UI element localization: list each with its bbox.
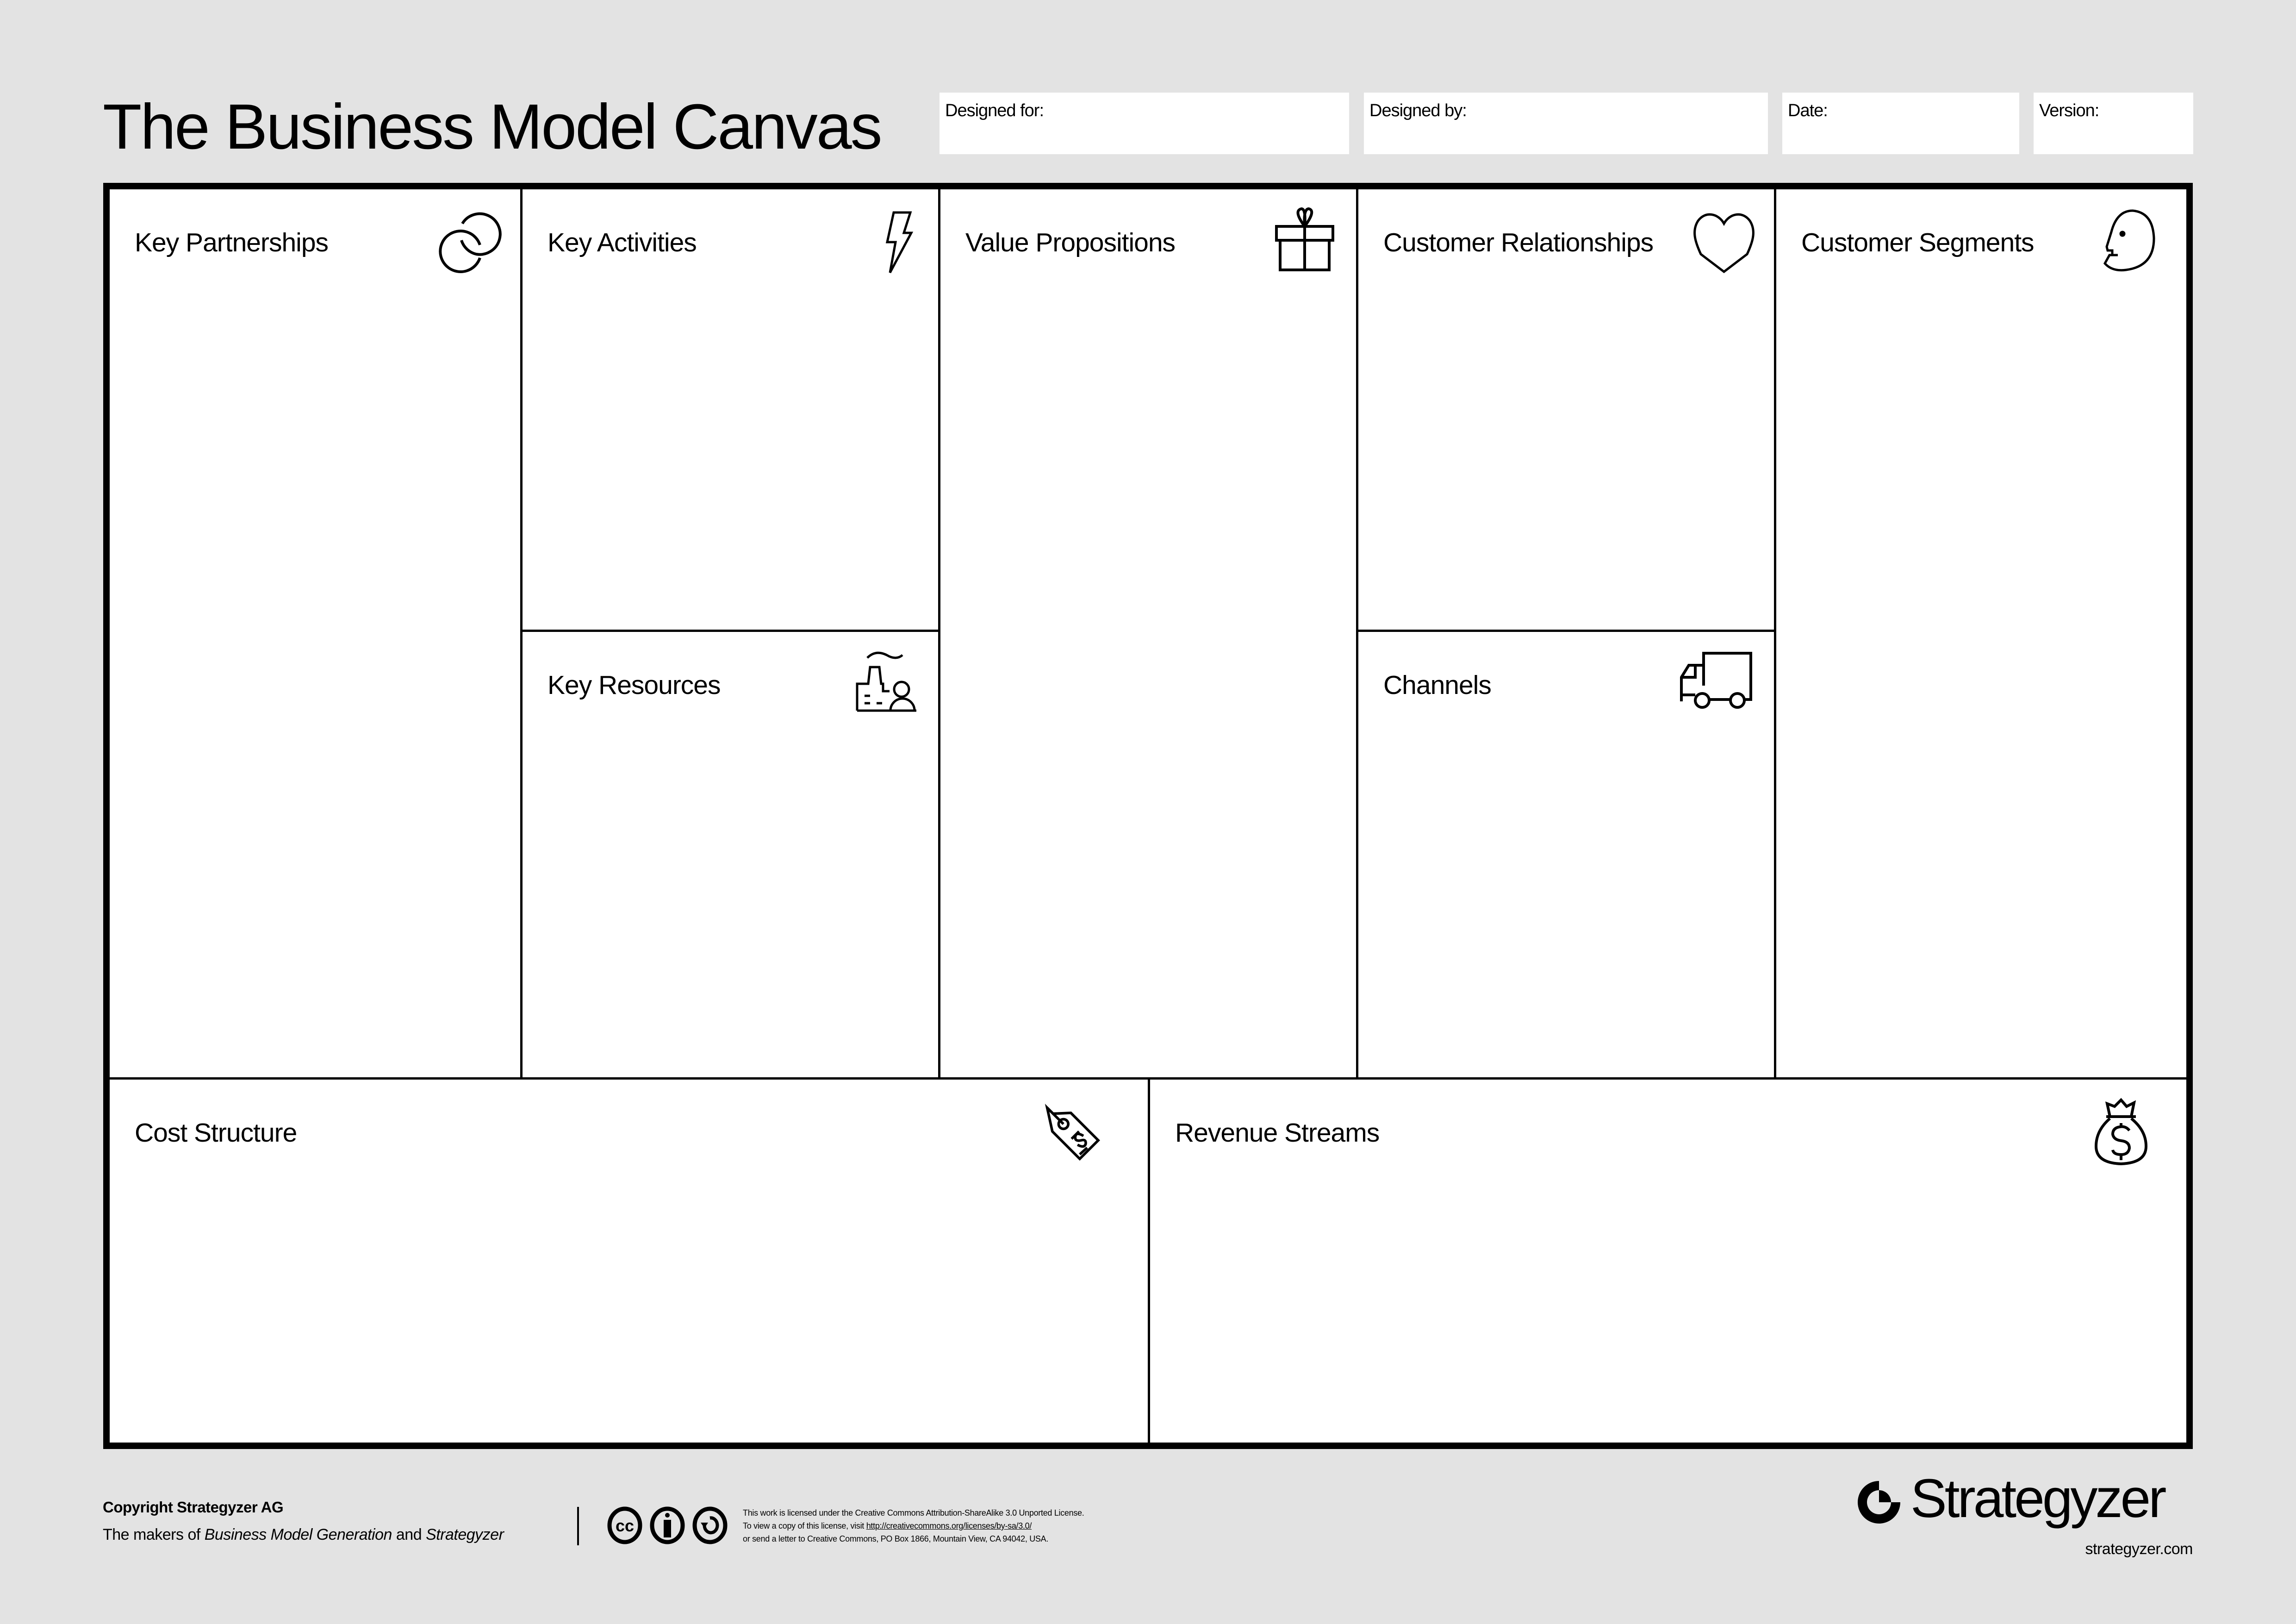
version-label: Version: <box>2039 101 2099 120</box>
makers-and: and <box>392 1526 426 1543</box>
makers-prefix: The makers of <box>103 1526 205 1543</box>
channels-label: Channels <box>1383 670 1492 700</box>
page-title: The Business Model Canvas <box>103 91 883 162</box>
link-icon <box>439 208 504 273</box>
factory-person-icon <box>853 650 918 715</box>
creative-commons-icons: cc <box>606 1506 731 1547</box>
license-line-1: This work is licensed under the Creative… <box>743 1508 1084 1518</box>
price-tag-icon <box>1035 1094 1109 1168</box>
key-resources-label: Key Resources <box>548 670 721 700</box>
designed-by-field[interactable]: Designed by: <box>1364 93 1768 154</box>
designed-by-label: Designed by: <box>1369 101 1467 120</box>
share-alike-icon <box>692 1506 728 1544</box>
key-partnerships-label: Key Partnerships <box>135 228 329 257</box>
block-customer-relationships[interactable]: Customer Relationships <box>1358 189 1774 630</box>
license-link[interactable]: http://creativecommons.org/licenses/by-s… <box>866 1521 1032 1530</box>
block-revenue-streams[interactable]: Revenue Streams <box>1150 1080 2186 1443</box>
block-value-propositions[interactable]: Value Propositions <box>940 189 1356 1077</box>
footer-separator <box>577 1507 579 1545</box>
version-field[interactable]: Version: <box>2034 93 2193 154</box>
key-activities-label: Key Activities <box>548 228 697 257</box>
copyright-text: Copyright Strategyzer AG <box>103 1499 284 1516</box>
block-key-activities[interactable]: Key Activities <box>523 189 938 630</box>
revenue-streams-label: Revenue Streams <box>1175 1118 1380 1148</box>
makers-book: Business Model Generation <box>204 1526 392 1543</box>
cost-structure-label: Cost Structure <box>135 1118 297 1148</box>
block-key-partnerships[interactable]: Key Partnerships <box>110 189 520 1077</box>
block-channels[interactable]: Channels <box>1358 632 1774 1077</box>
license-text: This work is licensed under the Creative… <box>743 1506 1084 1545</box>
svg-text:cc: cc <box>616 1516 634 1535</box>
date-field[interactable]: Date: <box>1782 93 2019 154</box>
customer-relationships-label: Customer Relationships <box>1383 228 1654 257</box>
makers-brand: Strategyzer <box>426 1526 504 1543</box>
value-propositions-label: Value Propositions <box>965 228 1176 257</box>
gift-icon <box>1275 207 1335 273</box>
face-icon <box>2094 209 2159 274</box>
cc-icon: cc <box>607 1506 642 1544</box>
license-line-3: or send a letter to Creative Commons, PO… <box>743 1534 1049 1543</box>
lightning-icon <box>884 208 921 274</box>
block-customer-segments[interactable]: Customer Segments <box>1776 189 2186 1077</box>
money-bag-icon <box>2094 1098 2154 1168</box>
attribution-icon <box>650 1506 685 1544</box>
date-label: Date: <box>1788 101 1828 120</box>
block-key-resources[interactable]: Key Resources <box>523 632 938 1077</box>
block-cost-structure[interactable]: Cost Structure <box>110 1080 1148 1443</box>
heart-icon <box>1692 212 1757 274</box>
truck-icon <box>1677 651 1755 716</box>
license-line-2: To view a copy of this license, visit <box>743 1521 866 1530</box>
designed-for-field[interactable]: Designed for: <box>940 93 1349 154</box>
makers-text: The makers of Business Model Generation … <box>103 1526 504 1544</box>
strategyzer-logo-icon <box>1856 1479 1902 1528</box>
brand-url[interactable]: strategyzer.com <box>2085 1540 2193 1558</box>
designed-for-label: Designed for: <box>945 101 1044 120</box>
business-model-canvas: Key Partnerships Key Activities Key Reso… <box>103 183 2193 1449</box>
brand-name: Strategyzer <box>1910 1468 2166 1529</box>
customer-segments-label: Customer Segments <box>1801 228 2035 257</box>
